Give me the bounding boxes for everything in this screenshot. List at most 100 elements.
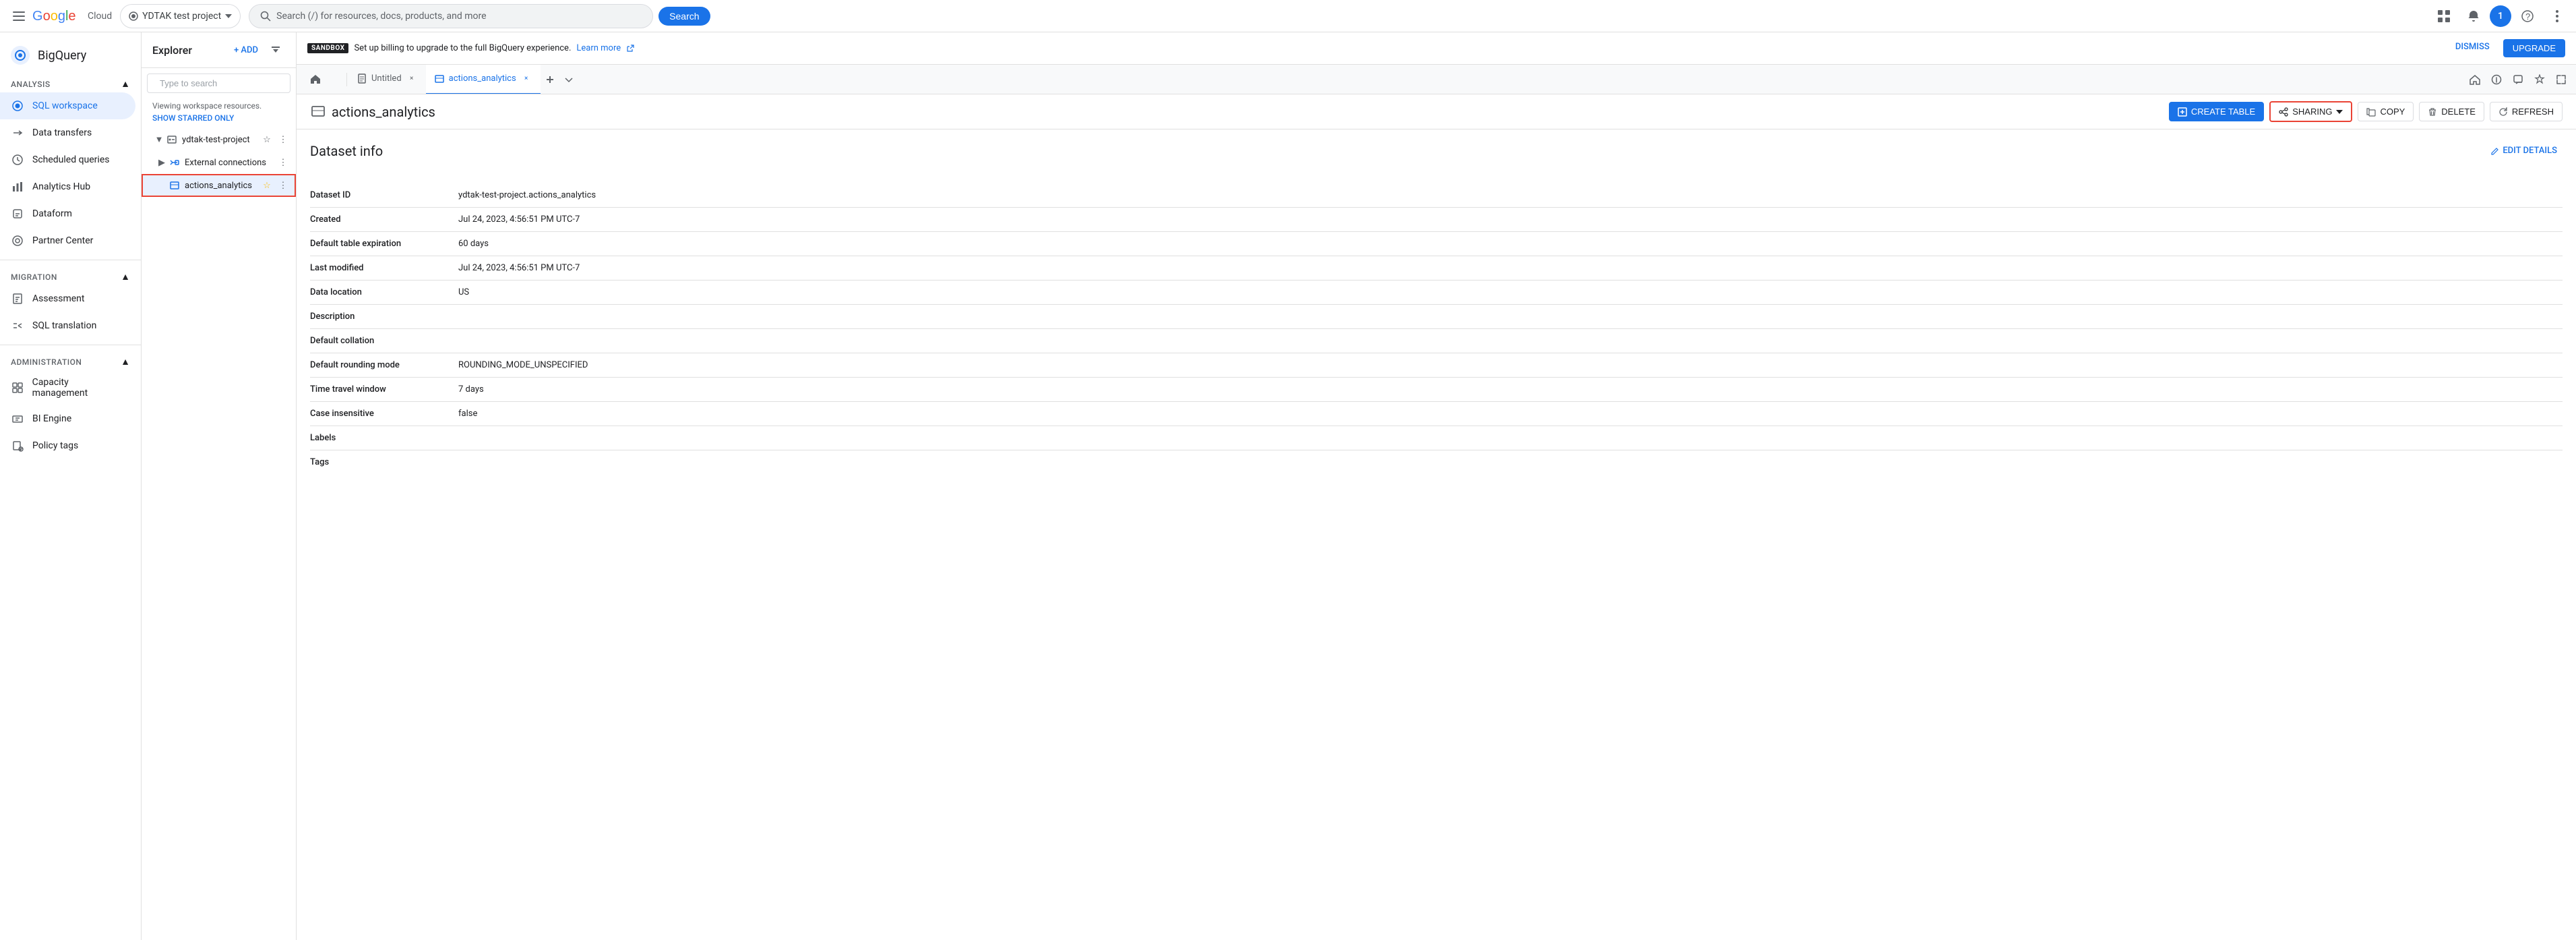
- home-tab-icon: [310, 74, 321, 84]
- sidebar-product[interactable]: BigQuery: [0, 38, 141, 73]
- info-table-row: Labels: [310, 426, 2563, 450]
- search-button[interactable]: Search: [658, 7, 710, 26]
- notifications-button[interactable]: [2460, 3, 2487, 30]
- explorer-hint: Viewing workspace resources.: [142, 98, 296, 112]
- partner-center-label: Partner Center: [32, 235, 93, 246]
- global-search-bar[interactable]: Search (/) for resources, docs, products…: [249, 4, 653, 28]
- tab-expand-icon[interactable]: [2552, 70, 2571, 89]
- external-connections-item[interactable]: ▶ External connections ⋮: [142, 151, 296, 174]
- sidebar-item-scheduled-queries[interactable]: Scheduled queries: [0, 146, 135, 173]
- explorer-search-box[interactable]: ?: [147, 74, 290, 93]
- external-connections-label: External connections: [185, 158, 276, 168]
- dismiss-button[interactable]: DISMISS: [2450, 39, 2495, 57]
- info-field-value: [458, 305, 2563, 329]
- tab-info-icon[interactable]: [2487, 70, 2506, 89]
- edit-details-button[interactable]: EDIT DETAILS: [2485, 143, 2563, 158]
- info-field-value: US: [458, 281, 2563, 305]
- sidebar-item-assessment[interactable]: Assessment: [0, 285, 135, 312]
- administration-section-header[interactable]: Administration ▲: [0, 351, 141, 370]
- tab-actions-analytics[interactable]: actions_analytics ×: [426, 65, 541, 94]
- sandbox-learn-more-link[interactable]: Learn more: [576, 43, 621, 53]
- refresh-button[interactable]: REFRESH: [2490, 102, 2563, 121]
- project-star-btn[interactable]: ☆: [259, 132, 274, 147]
- sidebar: BigQuery Analysis ▲ SQL workspace: [0, 32, 142, 940]
- explorer-title: Explorer: [152, 44, 192, 57]
- info-table-row: Data locationUS: [310, 281, 2563, 305]
- sidebar-item-partner-center[interactable]: Partner Center: [0, 227, 135, 254]
- show-starred-button[interactable]: SHOW STARRED ONLY: [142, 112, 296, 128]
- untitled-tab-label: Untitled: [371, 74, 402, 84]
- tab-chat-icon[interactable]: [2509, 70, 2527, 89]
- administration-collapse-icon: ▲: [121, 356, 130, 368]
- project-tree-item[interactable]: ▼ ydtak-test-project ☆ ⋮: [142, 128, 296, 151]
- project-name-label: ydtak-test-project: [182, 135, 259, 145]
- project-expand-icon: ▼: [152, 133, 166, 146]
- explorer-resize-handle[interactable]: [2573, 0, 2576, 940]
- sql-translation-label: SQL translation: [32, 320, 96, 331]
- assessment-label: Assessment: [32, 293, 84, 304]
- bi-engine-icon: [11, 412, 24, 425]
- tab-home-icon[interactable]: [2465, 70, 2484, 89]
- dataset-title: actions_analytics: [332, 104, 2164, 120]
- create-table-button[interactable]: CREATE TABLE: [2169, 102, 2264, 121]
- actions-analytics-tab-close[interactable]: ×: [520, 73, 532, 85]
- scheduled-queries-icon: [11, 153, 24, 167]
- project-selector[interactable]: YDTAK test project: [120, 4, 241, 28]
- main-layout: BigQuery Analysis ▲ SQL workspace: [0, 32, 2576, 940]
- sidebar-item-analytics-hub[interactable]: Analytics Hub: [0, 173, 135, 200]
- tabs-overflow-button[interactable]: [559, 70, 578, 89]
- migration-section-header[interactable]: Migration ▲: [0, 266, 141, 285]
- analytics-hub-icon: [11, 180, 24, 194]
- explorer-search-input[interactable]: [160, 78, 278, 88]
- add-tab-button[interactable]: [541, 70, 559, 89]
- info-field-value: 60 days: [458, 232, 2563, 256]
- apps-button[interactable]: [2430, 3, 2457, 30]
- external-more-btn[interactable]: ⋮: [276, 155, 290, 170]
- tab-home[interactable]: ×: [302, 65, 345, 94]
- copy-button[interactable]: COPY: [2358, 102, 2414, 121]
- tab-untitled[interactable]: Untitled ×: [348, 65, 426, 94]
- sandbox-message: Set up billing to upgrade to the full Bi…: [354, 43, 571, 53]
- info-field-label: Description: [310, 305, 458, 329]
- actions-analytics-more-btn[interactable]: ⋮: [276, 178, 290, 193]
- sidebar-item-data-transfers[interactable]: Data transfers: [0, 119, 135, 146]
- actions-analytics-expand-placeholder: [155, 179, 168, 192]
- project-name: YDTAK test project: [142, 11, 221, 22]
- upgrade-button[interactable]: UPGRADE: [2503, 39, 2565, 57]
- sidebar-item-sql-workspace[interactable]: SQL workspace: [0, 92, 135, 119]
- info-table-row: Default collation: [310, 329, 2563, 353]
- sidebar-item-dataform[interactable]: Dataform: [0, 200, 135, 227]
- user-avatar[interactable]: 1: [2490, 5, 2511, 27]
- tab-star-icon[interactable]: [2530, 70, 2549, 89]
- project-icon: [166, 134, 178, 146]
- project-dropdown-icon: [225, 14, 232, 18]
- sidebar-item-bi-engine[interactable]: BI Engine: [0, 405, 135, 432]
- product-name: BigQuery: [38, 49, 86, 63]
- info-field-value: Jul 24, 2023, 4:56:51 PM UTC-7: [458, 208, 2563, 232]
- delete-button[interactable]: DELETE: [2419, 102, 2484, 121]
- info-field-value: false: [458, 402, 2563, 426]
- topbar: Google Cloud YDTAK test project Search (…: [0, 0, 2576, 32]
- menu-button[interactable]: [5, 3, 32, 30]
- sidebar-item-policy-tags[interactable]: Policy tags: [0, 432, 135, 459]
- sql-workspace-icon: [11, 99, 24, 113]
- actions-analytics-item[interactable]: actions_analytics ☆ ⋮: [142, 174, 296, 197]
- copy-label: COPY: [2380, 107, 2405, 117]
- analysis-section-header[interactable]: Analysis ▲: [0, 73, 141, 92]
- dataset-actions: CREATE TABLE SHARING: [2169, 101, 2563, 122]
- project-more-btn[interactable]: ⋮: [276, 132, 290, 147]
- sidebar-item-capacity-management[interactable]: Capacity management: [0, 370, 135, 405]
- search-button-wrapper: Search: [658, 7, 710, 26]
- administration-items: Capacity management BI Engine: [0, 370, 141, 459]
- help-button[interactable]: ?: [2514, 3, 2541, 30]
- search-placeholder: Search (/) for resources, docs, products…: [276, 11, 642, 22]
- sidebar-item-sql-translation[interactable]: SQL translation: [0, 312, 135, 339]
- google-cloud-logo[interactable]: Google Cloud: [32, 8, 112, 24]
- explorer-collapse-button[interactable]: [266, 40, 285, 59]
- more-options-button[interactable]: [2544, 3, 2571, 30]
- sandbox-right-actions: DISMISS UPGRADE: [2450, 39, 2565, 57]
- explorer-add-button[interactable]: + ADD: [228, 42, 264, 58]
- actions-analytics-star-btn[interactable]: ☆: [259, 178, 274, 193]
- sharing-button[interactable]: SHARING: [2269, 101, 2352, 122]
- untitled-tab-close[interactable]: ×: [406, 73, 418, 85]
